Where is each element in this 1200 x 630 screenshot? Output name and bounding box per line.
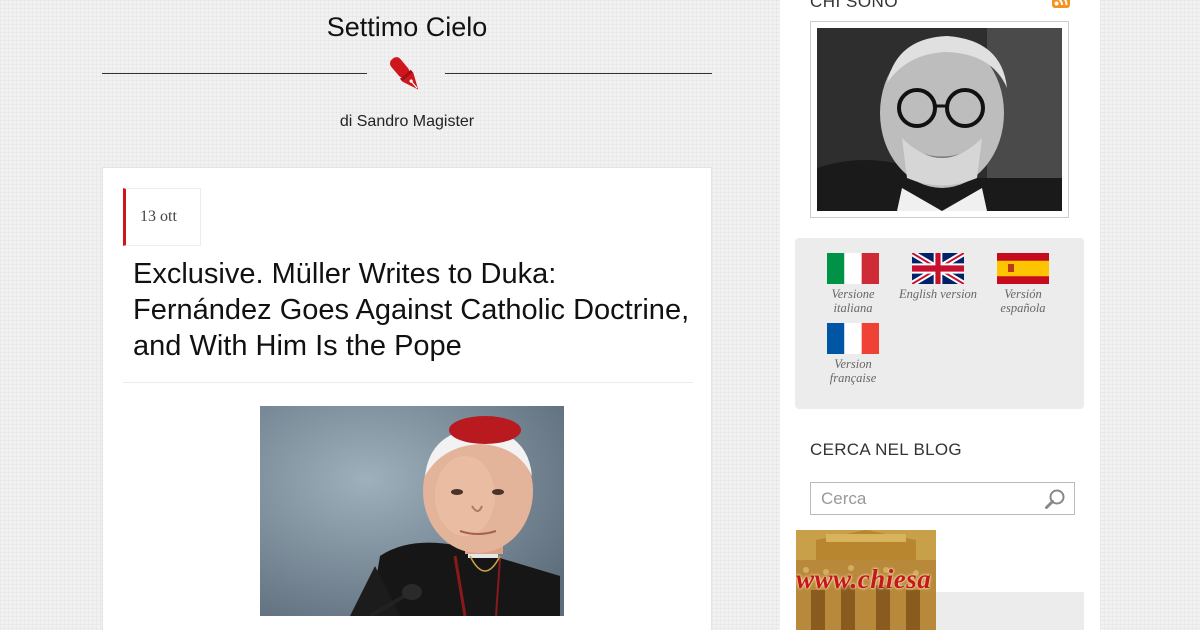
language-french[interactable]: Version française <box>813 323 893 385</box>
post-title[interactable]: Exclusive. Müller Writes to Duka: Fernán… <box>133 256 693 364</box>
search-icon[interactable] <box>1044 488 1066 510</box>
post-date-badge: 13 ott <box>123 188 201 246</box>
banner-side-panel <box>936 592 1084 630</box>
spain-flag-icon <box>997 253 1049 284</box>
blog-title[interactable]: Settimo Cielo <box>102 12 712 43</box>
uk-flag-icon <box>912 253 964 284</box>
language-english[interactable]: English version <box>898 253 978 301</box>
language-spanish-label: Versión española <box>1000 287 1046 315</box>
language-spanish[interactable]: Versión española <box>983 253 1063 315</box>
language-english-label: English version <box>898 287 978 301</box>
post-title-divider <box>123 382 693 383</box>
author-photo-frame <box>810 21 1069 218</box>
header-divider-left <box>102 73 367 74</box>
search-heading: CERCA NEL BLOG <box>810 440 962 459</box>
blog-byline: di Sandro Magister <box>339 113 475 130</box>
chiesa-banner[interactable]: www.chiesa <box>796 530 936 630</box>
france-flag-icon <box>827 323 879 354</box>
sidebar: CHI SONO Versione italiana English versi… <box>780 0 1100 630</box>
fountain-pen-icon <box>389 57 419 90</box>
search-input[interactable] <box>811 483 1031 514</box>
post-card: 13 ott Exclusive. Müller Writes to Duka:… <box>102 167 712 630</box>
language-french-label: Version française <box>829 357 877 385</box>
author-photo[interactable] <box>817 28 1062 211</box>
language-italian[interactable]: Versione italiana <box>813 253 893 315</box>
rss-icon[interactable] <box>1052 0 1070 8</box>
language-italian-label: Versione italiana <box>831 287 875 315</box>
search-box <box>810 482 1075 515</box>
italy-flag-icon <box>827 253 879 284</box>
chiesa-banner-text: www.chiesa <box>796 564 932 594</box>
post-featured-image[interactable] <box>260 406 564 616</box>
header-divider-right <box>445 73 712 74</box>
language-selector: Versione italiana English version Versió… <box>795 238 1084 409</box>
about-heading: CHI SONO <box>810 0 899 11</box>
